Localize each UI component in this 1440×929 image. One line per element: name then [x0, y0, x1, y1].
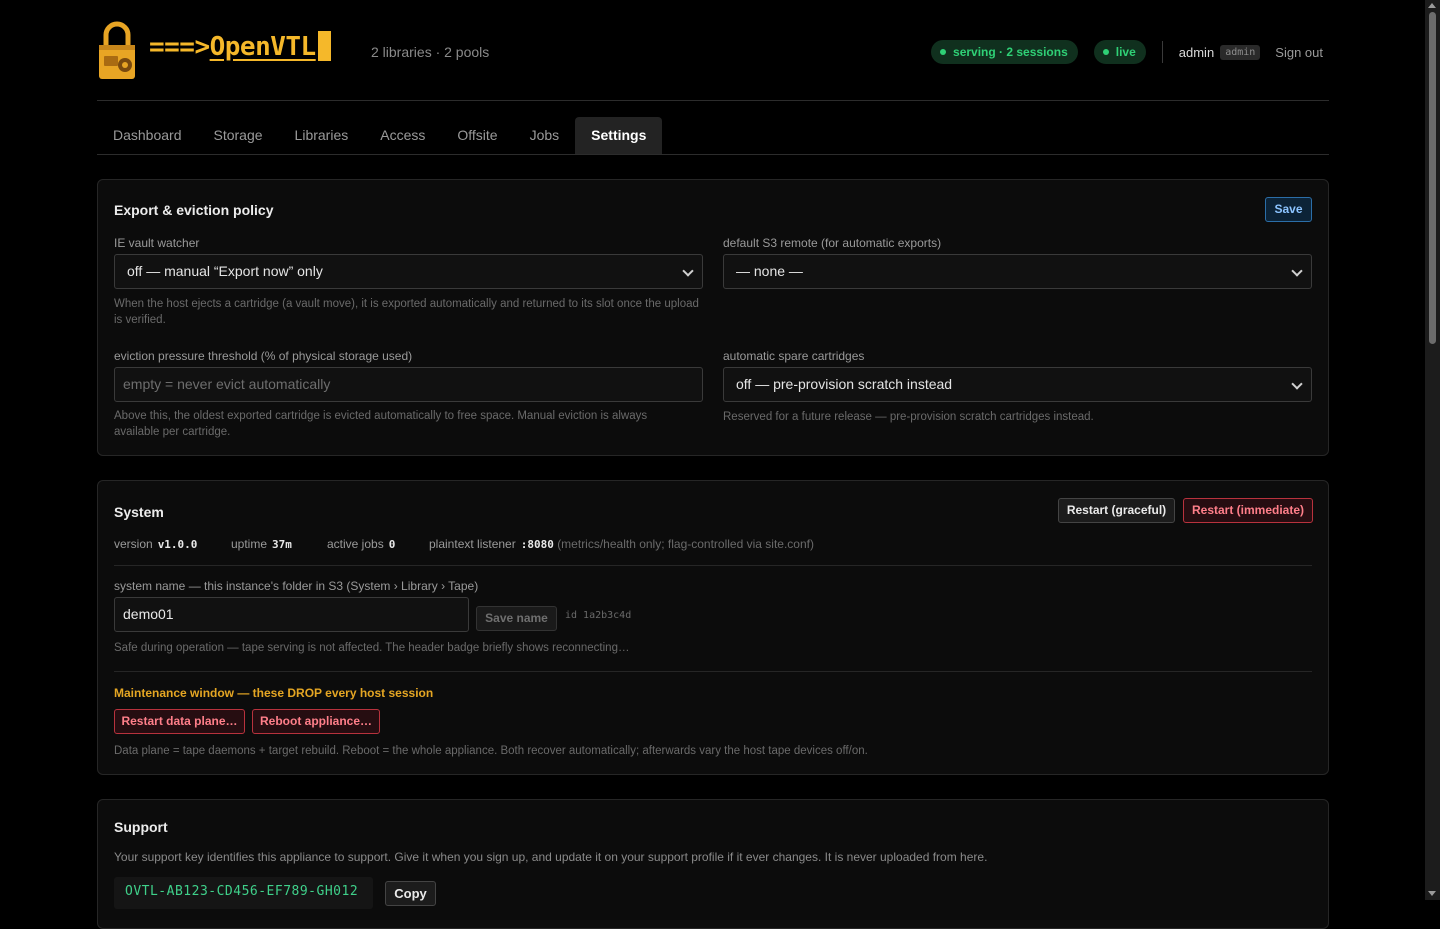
vault-watcher-label: IE vault watcher	[114, 236, 200, 250]
scroll-down-arrow-icon[interactable]	[1428, 891, 1436, 896]
chevron-down-icon	[682, 265, 694, 277]
eviction-threshold-label: eviction pressure threshold (% of physic…	[114, 349, 413, 363]
header-right: serving · 2 sessions live admin admin Si…	[931, 40, 1323, 64]
cursor-block-icon	[317, 31, 331, 61]
tab-dashboard[interactable]: Dashboard	[97, 117, 198, 154]
header-divider	[1161, 41, 1163, 63]
card-title: Export & eviction policy	[114, 202, 274, 218]
divider	[114, 671, 1312, 672]
system-name-label: system name — this instance's folder in …	[114, 579, 479, 593]
active-jobs-label: active jobs	[327, 537, 384, 551]
tab-access[interactable]: Access	[364, 117, 441, 154]
export-eviction-card: Export & eviction policy Save IE vault w…	[97, 179, 1329, 456]
vault-watcher-select[interactable]: off — manual “Export now” only	[114, 254, 703, 289]
support-text: Your support key identifies this applian…	[114, 850, 988, 864]
user-name: admin	[1178, 44, 1215, 60]
sign-out-link[interactable]: Sign out	[1275, 45, 1323, 60]
save-name-button[interactable]: Save name	[476, 606, 557, 631]
live-pill: live	[1093, 40, 1146, 64]
padlock-logo-icon	[99, 21, 135, 79]
scroll-up-arrow-icon[interactable]	[1428, 3, 1436, 8]
listener-label: plaintext listener	[429, 537, 516, 551]
card-title: Support	[114, 819, 168, 835]
tab-offsite[interactable]: Offsite	[441, 117, 513, 154]
chevron-down-icon	[1291, 378, 1303, 390]
s3-remote-select[interactable]: — none —	[723, 254, 1312, 289]
version-stat: version v1.0.0	[114, 537, 197, 551]
spare-cartridges-help: Reserved for a future release — pre-prov…	[723, 411, 1094, 423]
page: ===>OpenVTL 2 libraries · 2 pools servin…	[97, 0, 1329, 929]
reboot-appliance-button[interactable]: Reboot appliance…	[252, 709, 380, 734]
maintenance-help: Data plane = tape daemons + target rebui…	[114, 745, 868, 757]
listener-value: :8080	[520, 538, 554, 551]
spare-cartridges-label: automatic spare cartridges	[723, 349, 865, 363]
system-name-help: Safe during operation — tape serving is …	[114, 642, 630, 654]
vault-watcher-help: When the host ejects a cartridge (a vaul…	[114, 298, 699, 326]
serving-status-pill: serving · 2 sessions	[931, 40, 1078, 64]
role-badge: admin	[1220, 44, 1261, 60]
uptime-value: 37m	[272, 538, 292, 551]
spare-cartridges-select[interactable]: off — pre-provision scratch instead	[723, 367, 1312, 402]
restart-graceful-button[interactable]: Restart (graceful)	[1058, 498, 1175, 523]
vault-watcher-value: off — manual “Export now” only	[127, 263, 323, 279]
version-label: version	[114, 537, 153, 551]
brand[interactable]: ===>OpenVTL	[149, 31, 331, 62]
restart-data-plane-button[interactable]: Restart data plane…	[114, 709, 245, 734]
header: ===>OpenVTL 2 libraries · 2 pools servin…	[97, 0, 1329, 101]
brand-arrow: ===>	[149, 32, 210, 62]
tab-libraries[interactable]: Libraries	[279, 117, 365, 154]
active-jobs-stat: active jobs 0	[327, 537, 395, 551]
support-key[interactable]: OVTL-AB123-CD456-EF789-GH012	[114, 877, 373, 909]
scrollbar-thumb[interactable]	[1429, 12, 1436, 344]
system-name-input[interactable]: demo01	[114, 597, 469, 632]
system-card: System Restart (graceful) Restart (immed…	[97, 480, 1329, 775]
uptime-stat: uptime 37m	[231, 537, 292, 551]
eviction-threshold-help: Above this, the oldest exported cartridg…	[114, 410, 648, 438]
serving-status-text: serving · 2 sessions	[953, 45, 1068, 59]
support-card: Support Your support key identifies this…	[97, 799, 1329, 929]
live-text: live	[1115, 45, 1136, 59]
save-button[interactable]: Save	[1265, 197, 1312, 222]
tab-jobs[interactable]: Jobs	[514, 117, 576, 154]
divider	[114, 565, 1312, 566]
eviction-threshold-input[interactable]: empty = never evict automatically	[114, 367, 703, 402]
uptime-label: uptime	[231, 537, 268, 551]
tab-storage[interactable]: Storage	[198, 117, 279, 154]
version-value: v1.0.0	[157, 538, 198, 551]
chevron-down-icon	[1291, 265, 1303, 277]
nav-tabs: Dashboard Storage Libraries Access Offsi…	[97, 117, 1329, 155]
copy-button[interactable]: Copy	[385, 881, 436, 906]
maintenance-title: Maintenance window — these DROP every ho…	[114, 686, 434, 700]
card-title: System	[114, 504, 164, 520]
s3-remote-label: default S3 remote (for automatic exports…	[723, 236, 942, 250]
brand-name: OpenVTL	[209, 32, 317, 62]
listener-stat: plaintext listener :8080 (metrics/health …	[429, 537, 814, 551]
listener-note: (metrics/health only; flag-controlled vi…	[557, 537, 814, 551]
tab-settings[interactable]: Settings	[575, 117, 663, 154]
scrollbar[interactable]	[1425, 0, 1440, 900]
s3-remote-value: — none —	[736, 263, 803, 279]
header-subtitle: 2 libraries · 2 pools	[371, 44, 490, 60]
instance-id: id 1a2b3c4d	[565, 610, 632, 621]
active-jobs-value: 0	[388, 538, 396, 551]
live-dot-icon	[1102, 49, 1109, 55]
spare-cartridges-value: off — pre-provision scratch instead	[736, 376, 953, 392]
restart-immediate-button[interactable]: Restart (immediate)	[1183, 498, 1313, 523]
status-dot-icon	[940, 49, 947, 55]
